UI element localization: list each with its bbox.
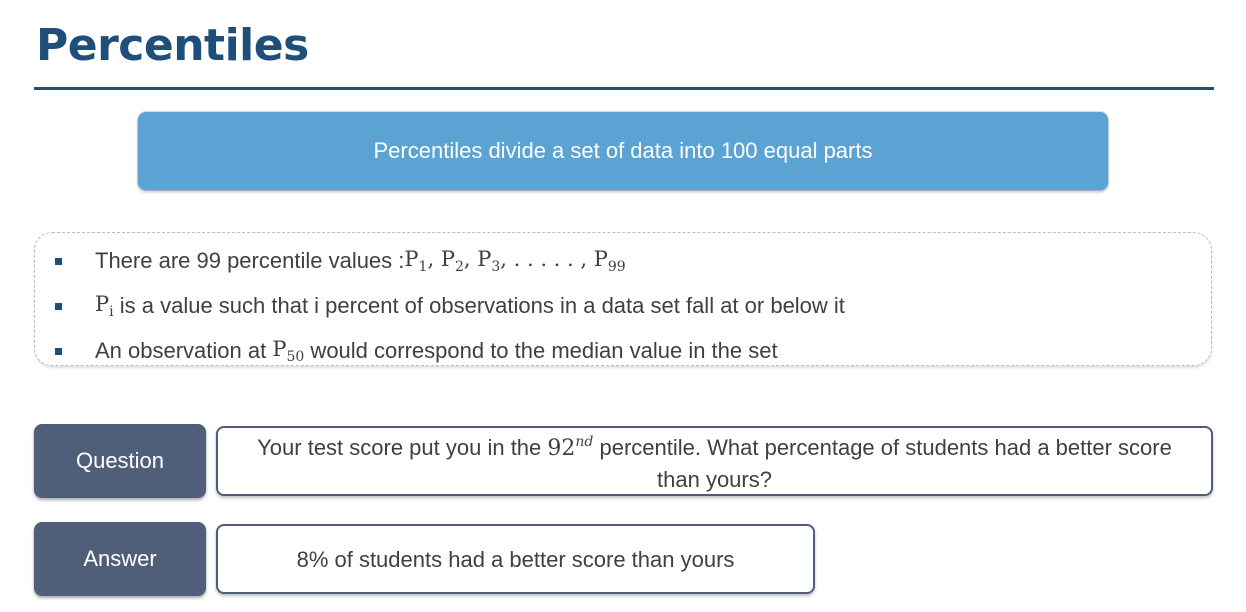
bullet-text: is a value such that i percent of observ… bbox=[113, 293, 845, 318]
bullet-text: There are 99 percentile values : bbox=[95, 248, 405, 273]
title-underline bbox=[34, 87, 1214, 90]
answer-label: Answer bbox=[34, 522, 206, 596]
bullet-item-definition: Pi is a value such that i percent of obs… bbox=[55, 292, 845, 320]
banner-text: Percentiles divide a set of data into 10… bbox=[373, 138, 873, 163]
bullet-marker-icon bbox=[55, 302, 62, 310]
percentile-symbol: Pi bbox=[95, 292, 114, 320]
bullet-text: would correspond to the median value in … bbox=[304, 338, 778, 363]
bullet-list: There are 99 percentile values : P1, P2,… bbox=[34, 232, 1212, 366]
question-text: Your test score put you in the 92nd perc… bbox=[257, 434, 1178, 492]
question-box: Your test score put you in the 92nd perc… bbox=[216, 426, 1213, 496]
answer-text: 8% of students had a better score than y… bbox=[296, 546, 735, 572]
definition-banner: Percentiles divide a set of data into 10… bbox=[138, 112, 1108, 190]
percentile-symbol: P50 bbox=[272, 337, 305, 365]
bullet-text: An observation at bbox=[95, 338, 273, 363]
answer-label-text: Answer bbox=[83, 546, 157, 571]
percentile-sequence: P1, P2, P3, . . . . . , P99 bbox=[404, 247, 626, 275]
bullet-item-percentile-values: There are 99 percentile values : P1, P2,… bbox=[55, 247, 626, 275]
page-title: Percentiles bbox=[36, 20, 309, 71]
bullet-marker-icon bbox=[55, 257, 62, 265]
question-label-text: Question bbox=[75, 448, 165, 473]
question-label: Question bbox=[34, 424, 206, 498]
answer-box: 8% of students had a better score than y… bbox=[216, 524, 815, 594]
bullet-item-median: An observation at P50 would correspond t… bbox=[55, 337, 778, 365]
bullet-marker-icon bbox=[55, 347, 62, 355]
